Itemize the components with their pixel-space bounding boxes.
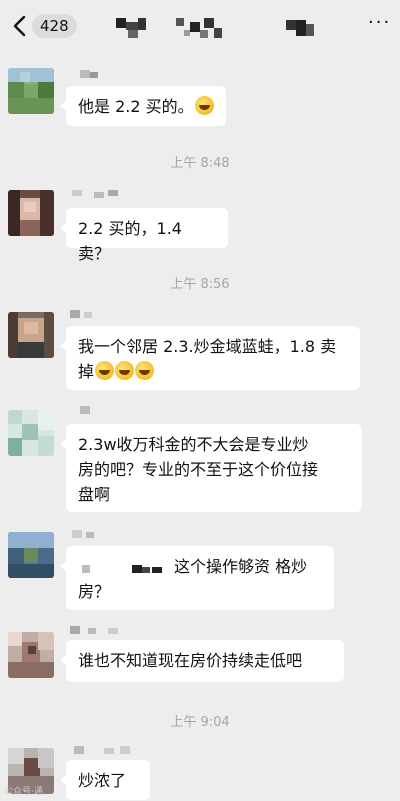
message-timestamp: 上午 8:56 bbox=[170, 277, 230, 292]
message-text-line: 2.3w收万科金的不大会是专业炒 bbox=[78, 435, 309, 454]
message-bubble: 2.2 买的，1.4 卖？ bbox=[60, 208, 228, 263]
laugh-cry-emoji-icon bbox=[115, 361, 135, 380]
sender-name-redacted bbox=[80, 406, 90, 414]
message-bubble: 炒浓了 bbox=[60, 760, 150, 800]
chat-header: 428 ··· bbox=[0, 0, 400, 52]
message-text: 他是 2.2 买的。 bbox=[78, 97, 194, 116]
sender-name-redacted bbox=[70, 626, 118, 634]
message-bubble: 我一个邻居 2.3.炒金域蓝蛙，1.8 卖 掉 bbox=[60, 326, 360, 390]
message-timestamp: 上午 9:04 bbox=[170, 715, 230, 730]
message-timestamp: 上午 8:48 bbox=[170, 156, 230, 171]
avatar[interactable] bbox=[8, 532, 54, 578]
message-text-line: 房的吧？专业的不至于这个价位接 bbox=[78, 460, 319, 479]
message-text: 2.2 买的，1.4 卖？ bbox=[78, 219, 182, 263]
laugh-cry-emoji-icon bbox=[135, 361, 155, 380]
message-bubble: 谁也不知道现在房价持续走低吧 bbox=[60, 640, 344, 682]
message-text: 谁也不知道现在房价持续走低吧 bbox=[78, 651, 303, 670]
avatar[interactable] bbox=[8, 312, 54, 358]
back-arrow-icon[interactable] bbox=[10, 14, 30, 38]
sender-name-redacted bbox=[72, 190, 118, 198]
avatar[interactable] bbox=[8, 68, 54, 114]
message-text-line: 房？ bbox=[78, 582, 111, 601]
avatar[interactable] bbox=[8, 190, 54, 236]
message-bubble: 这个操作够资 格炒 房？ bbox=[60, 546, 334, 610]
unread-count-badge[interactable]: 428 bbox=[32, 14, 77, 38]
redacted-text-mosaic bbox=[82, 564, 162, 573]
message-bubble: 他是 2.2 买的。 bbox=[60, 86, 226, 126]
message-bubble: 2.3w收万科金的不大会是专业炒 房的吧？专业的不至于这个价位接 盘啊 bbox=[60, 424, 362, 512]
avatar[interactable] bbox=[8, 410, 54, 456]
sender-name-redacted bbox=[72, 530, 94, 538]
sender-name-redacted bbox=[80, 70, 98, 78]
laugh-cry-emoji-icon bbox=[194, 96, 214, 115]
message-text-line: 这个操作够资 格炒 bbox=[174, 557, 308, 576]
avatar[interactable] bbox=[8, 632, 54, 678]
more-options-icon[interactable]: ··· bbox=[368, 8, 400, 38]
message-text: 炒浓了 bbox=[78, 771, 127, 790]
laugh-cry-emoji-icon bbox=[95, 361, 115, 380]
message-text-line: 掉 bbox=[78, 362, 95, 381]
watermark-text: 公众号·通 bbox=[4, 787, 43, 797]
chat-title-redacted bbox=[116, 18, 314, 38]
message-text-line: 我一个邻居 2.3.炒金域蓝蛙，1.8 卖 bbox=[78, 337, 337, 356]
message-text-line: 盘啊 bbox=[78, 485, 111, 504]
sender-name-redacted bbox=[74, 746, 130, 754]
sender-name-redacted bbox=[70, 310, 92, 318]
